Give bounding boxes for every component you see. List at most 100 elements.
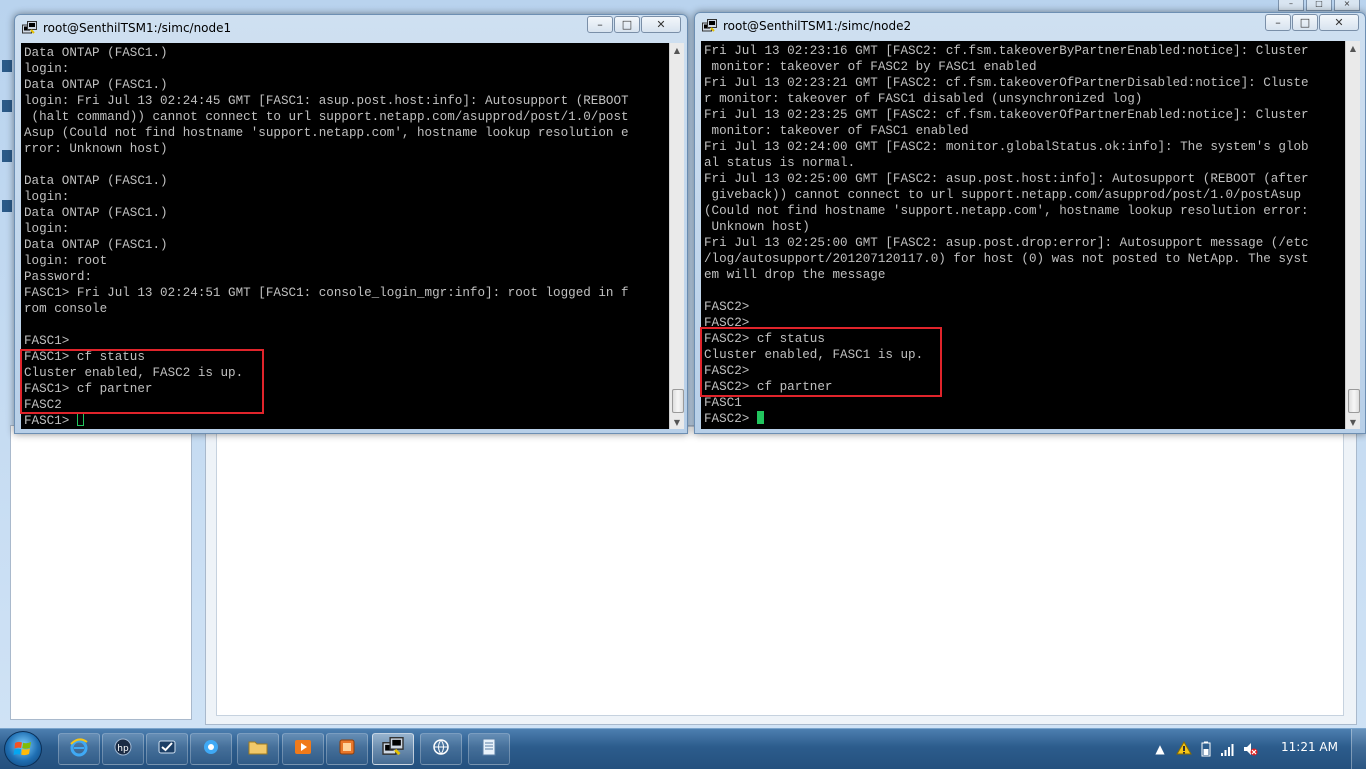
terminal-line: Data ONTAP (FASC1.): [24, 238, 168, 252]
show-hidden-icons-icon[interactable]: ▲: [1152, 741, 1168, 757]
putty-icon: [382, 737, 404, 761]
scroll-up-arrow-icon[interactable]: ▲: [1346, 41, 1360, 55]
taskbar-item-folder[interactable]: [237, 733, 279, 765]
terminal-line: Unknown host): [711, 220, 810, 234]
taskbar-item-hp[interactable]: hp: [102, 733, 144, 765]
window-controls: – □ ✕: [587, 16, 681, 34]
wireless-signal-icon[interactable]: [1220, 741, 1236, 757]
minimize-button[interactable]: –: [587, 16, 613, 33]
terminal-line: monitor: takeover of FASC2 by FASC1 enab…: [711, 60, 1037, 74]
action-center-icon[interactable]: [1176, 741, 1192, 757]
terminal-line: Data ONTAP (FASC1.): [24, 206, 168, 220]
close-button[interactable]: ✕: [641, 16, 681, 33]
terminal-line: Cluster enabled, FASC1 is up.: [704, 348, 924, 362]
taskbar-item-network[interactable]: [420, 733, 462, 765]
network-icon: [430, 737, 452, 761]
vertical-scrollbar[interactable]: ▲ ▼: [1345, 41, 1360, 429]
minimize-button[interactable]: –: [1265, 14, 1291, 31]
show-desktop-button[interactable]: [1351, 729, 1366, 769]
scroll-thumb[interactable]: [672, 389, 684, 413]
terminal-line: FASC1> cf status: [24, 350, 145, 364]
taskbar-item-app[interactable]: [326, 733, 368, 765]
terminal-line: Data ONTAP (FASC1.): [24, 174, 168, 188]
terminal-line: /log/autosupport/201207120117.0) for hos…: [704, 252, 1309, 266]
background-main-pane: [205, 425, 1357, 725]
terminal-line: Fri Jul 13 02:25:00 GMT [FASC2: asup.pos…: [704, 172, 1309, 186]
terminal-line: al status is normal.: [704, 156, 856, 170]
terminal-window-node1[interactable]: root@SenthilTSM1:/simc/node1 – □ ✕ Data …: [14, 14, 688, 434]
terminal-line: giveback)) cannot connect to url support…: [711, 188, 1302, 202]
window-controls: – □ ✕: [1265, 14, 1359, 32]
svg-text:hp: hp: [117, 744, 129, 754]
clock[interactable]: 11:21 AM: [1281, 740, 1338, 754]
terminal-line: em will drop the message: [704, 268, 886, 282]
taskbar-item-player[interactable]: [282, 733, 324, 765]
titlebar[interactable]: root@SenthilTSM1:/simc/node2 – □ ✕: [695, 13, 1365, 39]
background-minimize-button[interactable]: –: [1278, 0, 1304, 11]
terminal-line: FASC1> Fri Jul 13 02:24:51 GMT [FASC1: c…: [24, 286, 629, 300]
battery-icon[interactable]: [1198, 741, 1214, 757]
terminal-output[interactable]: Data ONTAP (FASC1.) login: Data ONTAP (F…: [21, 43, 669, 429]
close-button[interactable]: ✕: [1319, 14, 1359, 31]
terminal-line: r monitor: takeover of FASC1 disabled (u…: [704, 92, 1143, 106]
taskbar-item-notepad[interactable]: [468, 733, 510, 765]
terminal-line: FASC2: [24, 398, 62, 412]
terminal-line: (Could not find hostname 'support.netapp…: [704, 204, 1309, 218]
terminal-line: login:: [24, 62, 70, 76]
window-title: root@SenthilTSM1:/simc/node1: [43, 21, 232, 35]
terminal-line: login:: [24, 190, 70, 204]
system-tray: ▲ 11:21 AM: [1146, 729, 1366, 769]
taskbar-item-ie[interactable]: [58, 733, 100, 765]
terminal-line: Fri Jul 13 02:24:00 GMT [FASC2: monitor.…: [704, 140, 1309, 154]
terminal-line: login: root: [24, 254, 108, 268]
terminal-line: rom console: [24, 302, 108, 316]
media-icon: [201, 737, 221, 761]
taskbar-item-mail[interactable]: [146, 733, 188, 765]
ie-icon: [68, 736, 90, 762]
terminal-line: Data ONTAP (FASC1.): [24, 46, 168, 60]
terminal-line: monitor: takeover of FASC1 enabled: [711, 124, 969, 138]
putty-icon: [22, 21, 37, 34]
player-icon: [293, 737, 313, 761]
windows-logo-icon: [13, 741, 31, 756]
background-side-strip: [0, 60, 14, 260]
start-button[interactable]: [4, 731, 42, 767]
background-close-button[interactable]: ×: [1334, 0, 1360, 11]
taskbar-item-putty[interactable]: [372, 733, 414, 765]
terminal-line: login: Fri Jul 13 02:24:45 GMT [FASC1: a…: [24, 94, 629, 108]
hp-icon: hp: [113, 737, 133, 761]
scroll-down-arrow-icon[interactable]: ▼: [670, 415, 684, 429]
terminal-line: FASC2>: [704, 316, 750, 330]
terminal-line: FASC1>: [24, 334, 70, 348]
scroll-thumb[interactable]: [1348, 389, 1360, 413]
background-maximize-button[interactable]: □: [1306, 0, 1332, 11]
taskbar: hp ▲ 11:21 AM: [0, 728, 1366, 769]
prompt: FASC1>: [24, 414, 77, 428]
terminal-line: (halt command)) cannot connect to url su…: [31, 110, 629, 124]
maximize-button[interactable]: □: [1292, 14, 1318, 31]
terminal-window-node2[interactable]: root@SenthilTSM1:/simc/node2 – □ ✕ Fri J…: [694, 12, 1366, 434]
background-window-controls: – □ ×: [1278, 0, 1360, 11]
terminal-lines: Fri Jul 13 02:23:16 GMT [FASC2: cf.fsm.t…: [704, 44, 1309, 410]
terminal-line: Password:: [24, 270, 93, 284]
terminal-line: FASC1: [704, 396, 742, 410]
terminal-lines: Data ONTAP (FASC1.) login: Data ONTAP (F…: [24, 46, 629, 412]
scroll-up-arrow-icon[interactable]: ▲: [670, 43, 684, 57]
volume-muted-icon[interactable]: [1242, 741, 1258, 757]
terminal-line: FASC2>: [704, 300, 750, 314]
background-content-area: [216, 426, 1344, 716]
terminal-line: Fri Jul 13 02:23:25 GMT [FASC2: cf.fsm.t…: [704, 108, 1309, 122]
prompt: FASC2>: [704, 412, 757, 426]
terminal-line: rror: Unknown host): [24, 142, 168, 156]
taskbar-item-media[interactable]: [190, 733, 232, 765]
terminal-output[interactable]: Fri Jul 13 02:23:16 GMT [FASC2: cf.fsm.t…: [701, 41, 1345, 429]
terminal-line: Fri Jul 13 02:23:16 GMT [FASC2: cf.fsm.t…: [704, 44, 1309, 58]
notepad-icon: [479, 737, 499, 761]
titlebar[interactable]: root@SenthilTSM1:/simc/node1 – □ ✕: [15, 15, 687, 41]
maximize-button[interactable]: □: [614, 16, 640, 33]
terminal-line: Fri Jul 13 02:25:00 GMT [FASC2: asup.pos…: [704, 236, 1309, 250]
terminal-line: Asup (Could not find hostname 'support.n…: [24, 126, 629, 140]
window-title: root@SenthilTSM1:/simc/node2: [723, 19, 912, 33]
vertical-scrollbar[interactable]: ▲ ▼: [669, 43, 684, 429]
scroll-down-arrow-icon[interactable]: ▼: [1346, 415, 1360, 429]
